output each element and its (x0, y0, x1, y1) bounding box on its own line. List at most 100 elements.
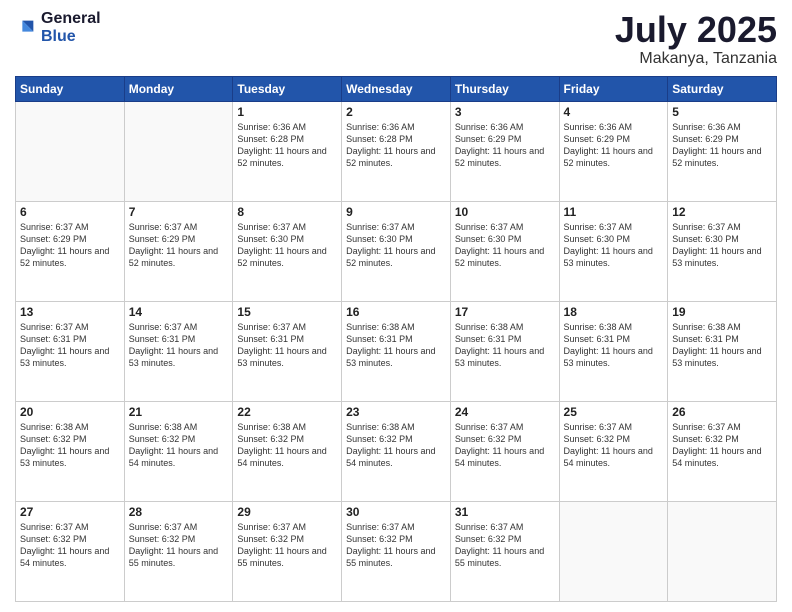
day-info: Sunrise: 6:38 AM Sunset: 6:32 PM Dayligh… (237, 421, 337, 470)
day-number: 29 (237, 505, 337, 519)
day-info: Sunrise: 6:37 AM Sunset: 6:32 PM Dayligh… (346, 521, 446, 570)
day-number: 28 (129, 505, 229, 519)
day-number: 20 (20, 405, 120, 419)
calendar-day-cell (559, 501, 668, 601)
day-info: Sunrise: 6:37 AM Sunset: 6:32 PM Dayligh… (455, 521, 555, 570)
day-info: Sunrise: 6:37 AM Sunset: 6:29 PM Dayligh… (20, 221, 120, 270)
day-info: Sunrise: 6:37 AM Sunset: 6:29 PM Dayligh… (129, 221, 229, 270)
logo-text: General Blue (41, 10, 101, 45)
day-info: Sunrise: 6:37 AM Sunset: 6:30 PM Dayligh… (346, 221, 446, 270)
calendar-day-cell: 26 Sunrise: 6:37 AM Sunset: 6:32 PM Dayli… (668, 401, 777, 501)
day-number: 4 (564, 105, 664, 119)
calendar-day-cell (16, 101, 125, 201)
day-number: 3 (455, 105, 555, 119)
day-info: Sunrise: 6:37 AM Sunset: 6:32 PM Dayligh… (672, 421, 772, 470)
day-info: Sunrise: 6:38 AM Sunset: 6:32 PM Dayligh… (346, 421, 446, 470)
logo: General Blue (15, 10, 101, 45)
calendar-day-cell: 6 Sunrise: 6:37 AM Sunset: 6:29 PM Daylig… (16, 201, 125, 301)
day-number: 22 (237, 405, 337, 419)
logo-blue: Blue (41, 28, 101, 46)
day-number: 18 (564, 305, 664, 319)
calendar-day-cell: 17 Sunrise: 6:38 AM Sunset: 6:31 PM Dayli… (450, 301, 559, 401)
day-info: Sunrise: 6:37 AM Sunset: 6:32 PM Dayligh… (129, 521, 229, 570)
calendar-week-row: 13 Sunrise: 6:37 AM Sunset: 6:31 PM Dayli… (16, 301, 777, 401)
calendar-week-row: 20 Sunrise: 6:38 AM Sunset: 6:32 PM Dayli… (16, 401, 777, 501)
day-number: 17 (455, 305, 555, 319)
day-info: Sunrise: 6:36 AM Sunset: 6:29 PM Dayligh… (564, 121, 664, 170)
day-number: 6 (20, 205, 120, 219)
calendar-day-cell: 25Sunrise: 6:37 AM Sunset: 6:32 PM Dayli… (559, 401, 668, 501)
calendar-day-cell: 19Sunrise: 6:38 AM Sunset: 6:31 PM Dayli… (668, 301, 777, 401)
calendar-day-cell: 29 Sunrise: 6:37 AM Sunset: 6:32 PM Dayli… (233, 501, 342, 601)
day-info: Sunrise: 6:36 AM Sunset: 6:28 PM Dayligh… (237, 121, 337, 170)
day-info: Sunrise: 6:38 AM Sunset: 6:31 PM Dayligh… (672, 321, 772, 370)
logo-icon (15, 17, 37, 39)
weekday-header: Thursday (450, 76, 559, 101)
calendar-week-row: 27 Sunrise: 6:37 AM Sunset: 6:32 PM Dayli… (16, 501, 777, 601)
calendar-day-cell: 28 Sunrise: 6:37 AM Sunset: 6:32 PM Dayli… (124, 501, 233, 601)
day-info: Sunrise: 6:37 AM Sunset: 6:30 PM Dayligh… (455, 221, 555, 270)
day-number: 15 (237, 305, 337, 319)
day-info: Sunrise: 6:36 AM Sunset: 6:29 PM Dayligh… (672, 121, 772, 170)
calendar-day-cell: 24 Sunrise: 6:37 AM Sunset: 6:32 PM Dayli… (450, 401, 559, 501)
day-info: Sunrise: 6:36 AM Sunset: 6:29 PM Dayligh… (455, 121, 555, 170)
weekday-header: Saturday (668, 76, 777, 101)
calendar-day-cell: 15 Sunrise: 6:37 AM Sunset: 6:31 PM Dayli… (233, 301, 342, 401)
calendar-day-cell: 1 Sunrise: 6:36 AM Sunset: 6:28 PM Daylig… (233, 101, 342, 201)
day-info: Sunrise: 6:38 AM Sunset: 6:31 PM Dayligh… (455, 321, 555, 370)
day-info: Sunrise: 6:37 AM Sunset: 6:32 PM Dayligh… (237, 521, 337, 570)
calendar-day-cell: 18 Sunrise: 6:38 AM Sunset: 6:31 PM Dayli… (559, 301, 668, 401)
weekday-header: Tuesday (233, 76, 342, 101)
day-number: 25 (564, 405, 664, 419)
calendar-day-cell: 13 Sunrise: 6:37 AM Sunset: 6:31 PM Dayli… (16, 301, 125, 401)
day-info: Sunrise: 6:38 AM Sunset: 6:31 PM Dayligh… (564, 321, 664, 370)
calendar-day-cell: 23Sunrise: 6:38 AM Sunset: 6:32 PM Dayli… (342, 401, 451, 501)
weekday-header: Monday (124, 76, 233, 101)
day-info: Sunrise: 6:36 AM Sunset: 6:28 PM Dayligh… (346, 121, 446, 170)
day-info: Sunrise: 6:37 AM Sunset: 6:31 PM Dayligh… (237, 321, 337, 370)
day-info: Sunrise: 6:37 AM Sunset: 6:30 PM Dayligh… (237, 221, 337, 270)
day-number: 7 (129, 205, 229, 219)
calendar-week-row: 1 Sunrise: 6:36 AM Sunset: 6:28 PM Daylig… (16, 101, 777, 201)
title-location: Makanya, Tanzania (615, 50, 777, 68)
calendar-header-row: SundayMondayTuesdayWednesdayThursdayFrid… (16, 76, 777, 101)
day-info: Sunrise: 6:37 AM Sunset: 6:30 PM Dayligh… (564, 221, 664, 270)
title-month: July 2025 (615, 10, 777, 50)
day-number: 1 (237, 105, 337, 119)
calendar-day-cell: 10 Sunrise: 6:37 AM Sunset: 6:30 PM Dayli… (450, 201, 559, 301)
day-number: 21 (129, 405, 229, 419)
calendar-day-cell: 22 Sunrise: 6:38 AM Sunset: 6:32 PM Dayli… (233, 401, 342, 501)
calendar-day-cell: 20Sunrise: 6:38 AM Sunset: 6:32 PM Dayli… (16, 401, 125, 501)
logo-general: General (41, 10, 101, 28)
day-number: 16 (346, 305, 446, 319)
page: General Blue July 2025 Makanya, Tanzania… (0, 0, 792, 612)
calendar-day-cell: 9Sunrise: 6:37 AM Sunset: 6:30 PM Daylig… (342, 201, 451, 301)
calendar-day-cell: 8Sunrise: 6:37 AM Sunset: 6:30 PM Daylig… (233, 201, 342, 301)
calendar-day-cell: 2Sunrise: 6:36 AM Sunset: 6:28 PM Daylig… (342, 101, 451, 201)
day-info: Sunrise: 6:37 AM Sunset: 6:32 PM Dayligh… (455, 421, 555, 470)
calendar-day-cell: 7 Sunrise: 6:37 AM Sunset: 6:29 PM Daylig… (124, 201, 233, 301)
day-info: Sunrise: 6:37 AM Sunset: 6:31 PM Dayligh… (20, 321, 120, 370)
day-info: Sunrise: 6:37 AM Sunset: 6:30 PM Dayligh… (672, 221, 772, 270)
calendar-table: SundayMondayTuesdayWednesdayThursdayFrid… (15, 76, 777, 602)
day-number: 30 (346, 505, 446, 519)
day-number: 26 (672, 405, 772, 419)
day-info: Sunrise: 6:38 AM Sunset: 6:31 PM Dayligh… (346, 321, 446, 370)
day-number: 13 (20, 305, 120, 319)
day-number: 27 (20, 505, 120, 519)
calendar-day-cell: 16 Sunrise: 6:38 AM Sunset: 6:31 PM Dayli… (342, 301, 451, 401)
day-info: Sunrise: 6:38 AM Sunset: 6:32 PM Dayligh… (129, 421, 229, 470)
calendar-day-cell: 12Sunrise: 6:37 AM Sunset: 6:30 PM Dayli… (668, 201, 777, 301)
calendar-day-cell: 31 Sunrise: 6:37 AM Sunset: 6:32 PM Dayli… (450, 501, 559, 601)
calendar-day-cell: 14 Sunrise: 6:37 AM Sunset: 6:31 PM Dayli… (124, 301, 233, 401)
calendar-day-cell: 27Sunrise: 6:37 AM Sunset: 6:32 PM Dayli… (16, 501, 125, 601)
day-number: 31 (455, 505, 555, 519)
day-number: 5 (672, 105, 772, 119)
day-info: Sunrise: 6:37 AM Sunset: 6:31 PM Dayligh… (129, 321, 229, 370)
calendar-day-cell: 5 Sunrise: 6:36 AM Sunset: 6:29 PM Daylig… (668, 101, 777, 201)
calendar-day-cell (124, 101, 233, 201)
day-number: 10 (455, 205, 555, 219)
day-number: 24 (455, 405, 555, 419)
day-number: 14 (129, 305, 229, 319)
title-block: July 2025 Makanya, Tanzania (615, 10, 777, 68)
